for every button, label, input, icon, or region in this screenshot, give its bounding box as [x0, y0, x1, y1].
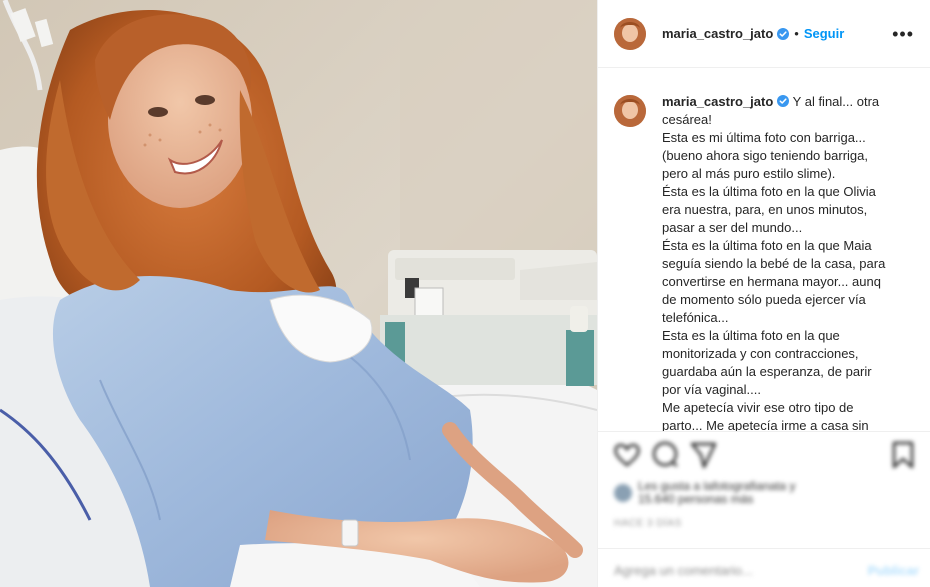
- action-bar: [612, 438, 917, 474]
- author-username[interactable]: maria_castro_jato: [662, 26, 773, 41]
- verified-badge-icon: [777, 95, 790, 107]
- bookmark-icon[interactable]: [888, 438, 918, 472]
- caption-line: parto... Me apetecía irme a casa sin: [662, 418, 869, 431]
- caption-line: monitorizada y con contracciones,: [662, 346, 859, 361]
- post-image: [0, 0, 597, 587]
- caption-line: guardaba aún la esperanza, de parir: [662, 364, 872, 379]
- caption-line: maria_castro_jato Y al final... otra: [662, 93, 902, 111]
- author-avatar[interactable]: [614, 17, 646, 50]
- caption-line: pero al más puro estilo slime).: [662, 166, 836, 181]
- divider: [598, 431, 930, 432]
- post-header: maria_castro_jato • Seguir •••: [598, 0, 930, 68]
- caption-line: pasar a ser del mundo...: [662, 220, 803, 235]
- separator-dot: •: [794, 26, 799, 41]
- comment-bubble-icon[interactable]: [650, 438, 680, 472]
- post-photo[interactable]: [0, 0, 597, 587]
- verified-badge-icon: [777, 27, 790, 40]
- caption-line-text: Y al final... otra: [792, 94, 880, 109]
- caption-line: Ésta es la última foto en la que Maia: [662, 238, 872, 253]
- caption-avatar[interactable]: [614, 95, 646, 127]
- caption-line: (bueno ahora sigo teniendo barriga,: [662, 148, 868, 163]
- publish-comment-button[interactable]: Publicar: [868, 563, 919, 578]
- follow-button[interactable]: Seguir: [804, 26, 844, 41]
- heart-icon[interactable]: [612, 438, 642, 472]
- caption-line: por vía vaginal....: [662, 382, 761, 397]
- paper-plane-icon[interactable]: [688, 438, 718, 472]
- caption-line: Esta es la última foto en la que: [662, 328, 840, 343]
- divider: [598, 548, 930, 549]
- more-options-icon[interactable]: •••: [892, 25, 914, 43]
- caption-line: seguía siendo la bebé de la casa, para: [662, 256, 886, 271]
- comment-box: Agrega un comentario... Publicar: [614, 556, 919, 584]
- likes-count[interactable]: 15.640 personas más: [638, 493, 795, 506]
- likes-text: Les gusta a lafotografianata y 15.640 pe…: [638, 480, 795, 506]
- caption-line: de momento sólo pueda ejercer vía: [662, 292, 866, 307]
- caption-section: maria_castro_jato Y al final... otra ces…: [598, 69, 930, 431]
- caption-line: era nuestra, para, en unos minutos,: [662, 202, 868, 217]
- caption-line: Me apetecía vivir ese otro tipo de: [662, 400, 854, 415]
- post-date[interactable]: HACE 3 DÍAS: [614, 518, 682, 529]
- caption-line: telefónica...: [662, 310, 729, 325]
- caption-text: maria_castro_jato Y al final... otra ces…: [662, 93, 902, 431]
- likes-summary[interactable]: Les gusta a lafotografianata y 15.640 pe…: [614, 478, 914, 508]
- comment-input[interactable]: Agrega un comentario...: [614, 563, 753, 578]
- caption-line: Esta es mi última foto con barriga...: [662, 130, 866, 145]
- caption-username[interactable]: maria_castro_jato: [662, 94, 773, 109]
- post-side-panel: maria_castro_jato • Seguir ••• maria_cas…: [597, 0, 930, 587]
- caption-line: convertirse en hermana mayor... aunq: [662, 274, 881, 289]
- caption-line: Ésta es la última foto en la que Olivia: [662, 184, 876, 199]
- caption-line: cesárea!: [662, 112, 712, 127]
- liker-avatar[interactable]: [614, 484, 632, 502]
